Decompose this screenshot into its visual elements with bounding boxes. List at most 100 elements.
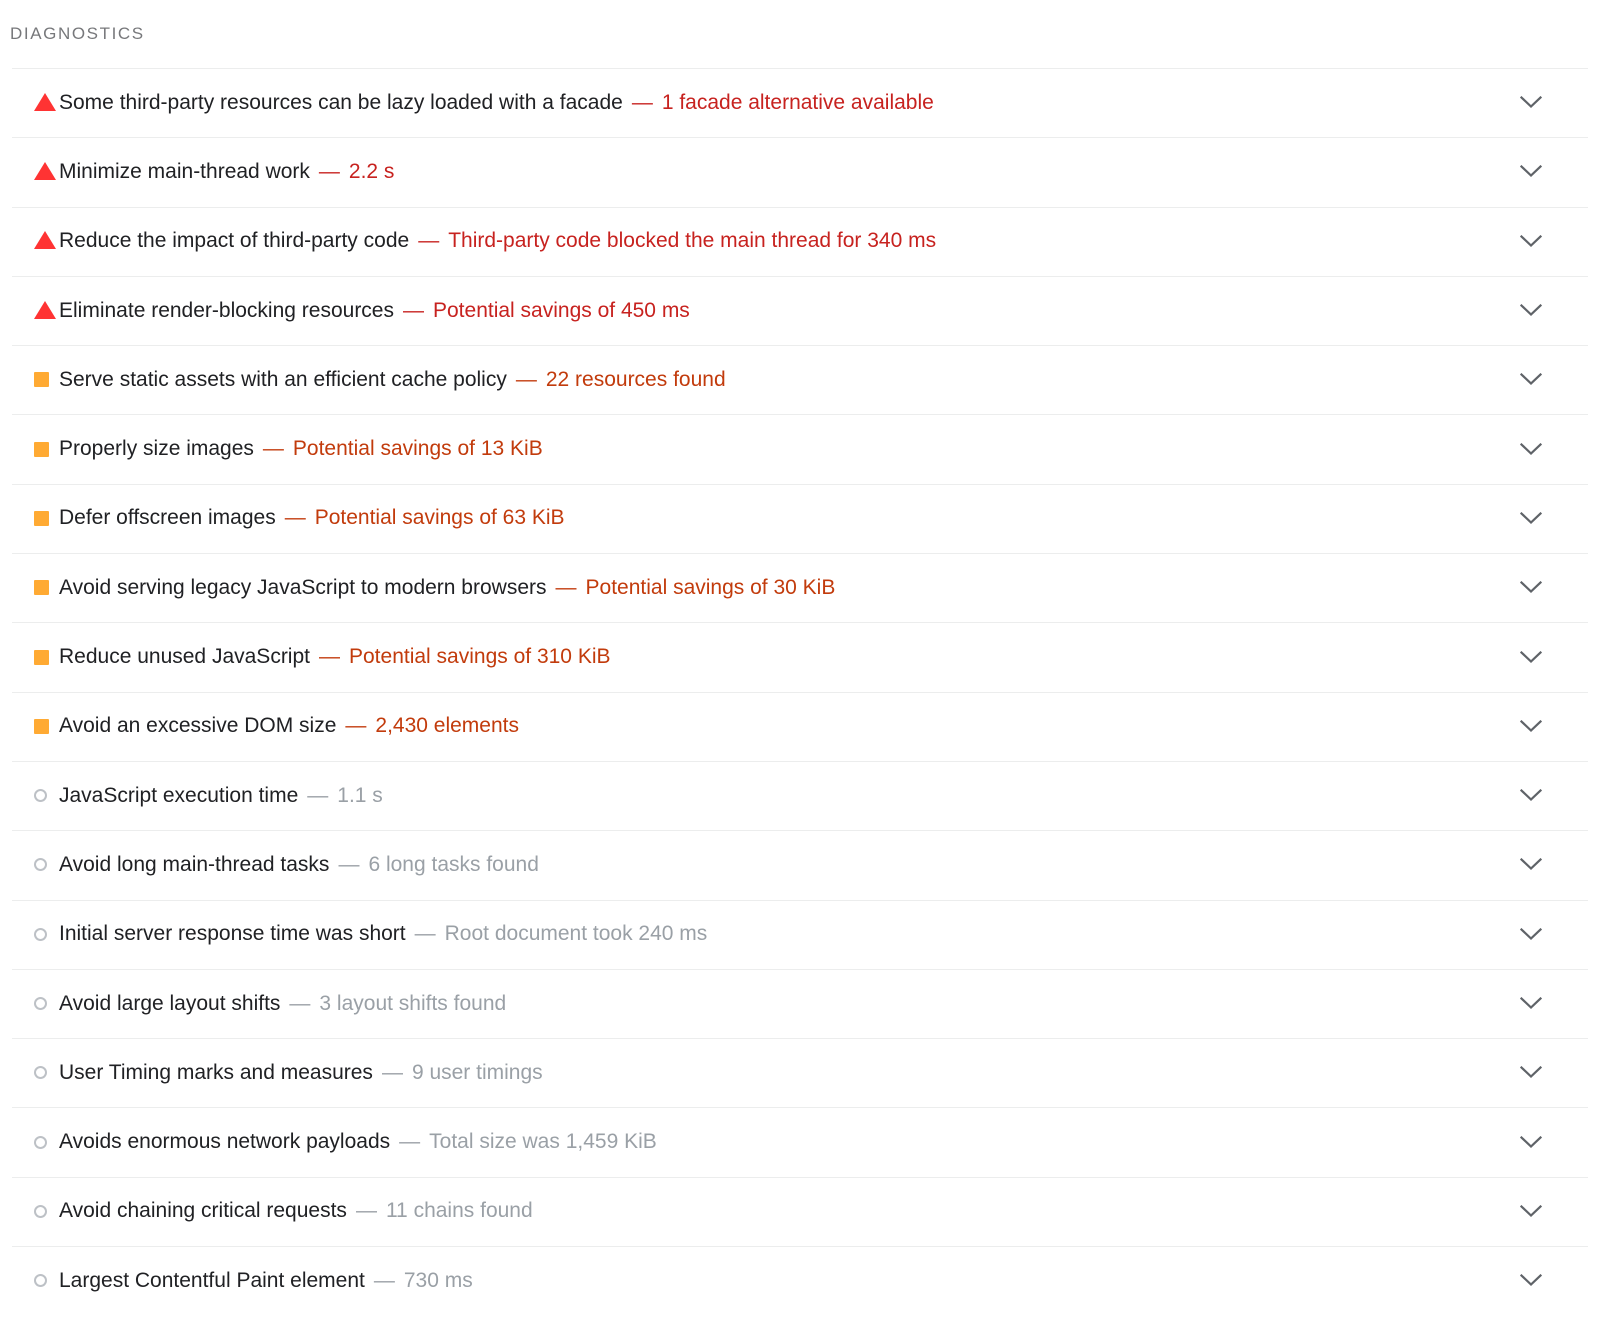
audit-expand-button[interactable] <box>1496 1135 1566 1149</box>
audit-expand-button[interactable] <box>1496 373 1566 386</box>
audit-expand-button[interactable] <box>1496 165 1566 178</box>
chevron-down-icon[interactable] <box>1520 1066 1542 1079</box>
audit-text: Reduce the impact of third-party code — Th… <box>54 227 1496 255</box>
audit-row[interactable]: Minimize main-thread work — 2.2 s <box>0 137 1600 206</box>
audit-expand-button[interactable] <box>1496 927 1566 941</box>
audit-row[interactable]: Avoid chaining critical requests — 11 chai… <box>0 1176 1600 1246</box>
audit-separator-dash: — <box>338 852 360 876</box>
audit-expand-button[interactable] <box>1496 96 1566 109</box>
gray-circle-icon <box>34 997 47 1010</box>
audit-text: Reduce unused JavaScript — Potential savin… <box>54 643 1496 671</box>
audit-expand-button[interactable] <box>1496 719 1566 733</box>
audit-expand-button[interactable] <box>1496 1204 1566 1218</box>
gray-circle-icon <box>34 1274 47 1288</box>
audit-row[interactable]: Avoid large layout shifts — 3 layout shift… <box>0 968 1600 1038</box>
audit-expand-button[interactable] <box>1496 581 1566 594</box>
audit-severity-icon-slot <box>10 92 56 112</box>
chevron-down-icon[interactable] <box>1520 96 1542 109</box>
audit-text: Some third-party resources can be lazy l… <box>54 89 1496 117</box>
audit-separator-dash: — <box>289 991 311 1015</box>
chevron-down-icon[interactable] <box>1520 511 1542 525</box>
audit-expand-button[interactable] <box>1496 234 1566 248</box>
audit-row[interactable]: JavaScript execution time — 1.1 s <box>0 760 1600 830</box>
orange-square-icon <box>34 372 49 388</box>
chevron-down-icon[interactable] <box>1520 373 1542 386</box>
audit-severity-icon-slot <box>10 161 56 181</box>
audit-expand-button[interactable] <box>1496 650 1566 664</box>
audit-title: Defer offscreen images <box>59 506 276 530</box>
red-triangle-icon <box>34 161 56 180</box>
chevron-down-icon[interactable] <box>1520 997 1542 1010</box>
audit-title: Reduce the impact of third-party code <box>59 229 410 253</box>
audit-expand-button[interactable] <box>1496 789 1566 802</box>
chevron-down-icon[interactable] <box>1520 1274 1542 1287</box>
audit-expand-button[interactable] <box>1496 442 1566 456</box>
audit-severity-icon-slot <box>10 927 54 941</box>
audit-row[interactable]: Properly size images — Potential savings o… <box>0 414 1600 483</box>
audit-title: Avoid an excessive DOM size <box>59 714 337 738</box>
chevron-down-icon[interactable] <box>1520 1135 1542 1149</box>
orange-square-icon <box>34 510 49 526</box>
audit-text: Avoid an excessive DOM size — 2,430 elemen… <box>54 712 1496 740</box>
audit-expand-button[interactable] <box>1496 858 1566 871</box>
audit-separator-dash: — <box>399 1130 421 1154</box>
chevron-down-icon[interactable] <box>1520 442 1542 456</box>
audit-expand-button[interactable] <box>1496 1066 1566 1079</box>
audit-severity-icon-slot <box>10 300 56 320</box>
audit-text: Defer offscreen images — Potential savings… <box>54 504 1496 532</box>
audit-severity-icon-slot <box>10 372 54 388</box>
audit-expand-button[interactable] <box>1496 1274 1566 1287</box>
audit-value: Potential savings of 450 ms <box>433 298 690 322</box>
chevron-down-icon[interactable] <box>1520 304 1542 317</box>
audit-value: Potential savings of 63 KiB <box>314 506 565 530</box>
audit-row[interactable]: Avoid an excessive DOM size — 2,430 elemen… <box>0 691 1600 761</box>
chevron-down-icon[interactable] <box>1520 789 1542 802</box>
audit-row[interactable]: Reduce the impact of third-party code — Th… <box>0 206 1600 276</box>
orange-square-icon <box>34 649 49 665</box>
audit-title: JavaScript execution time <box>59 783 299 807</box>
audit-row[interactable]: Avoids enormous network payloads — Total s… <box>0 1107 1600 1176</box>
audit-value: 11 chains found <box>385 1199 533 1223</box>
audit-separator-dash: — <box>555 575 577 599</box>
audit-value: Potential savings of 310 KiB <box>349 645 611 669</box>
audit-severity-icon-slot <box>10 580 54 596</box>
audit-severity-icon-slot <box>10 1135 54 1149</box>
audit-row[interactable]: Reduce unused JavaScript — Potential savin… <box>0 622 1600 691</box>
audit-separator-dash: — <box>515 367 537 391</box>
audit-value: 2.2 s <box>348 159 395 183</box>
audit-row[interactable]: Defer offscreen images — Potential savings… <box>0 483 1600 553</box>
gray-circle-icon <box>34 858 47 872</box>
audit-expand-button[interactable] <box>1496 511 1566 525</box>
audit-title: Avoid serving legacy JavaScript to moder… <box>59 575 547 599</box>
audit-title: Serve static assets with an efficient ca… <box>59 367 507 391</box>
audit-text: Avoids enormous network payloads — Total s… <box>54 1128 1496 1156</box>
audit-row[interactable]: Initial server response time was short — R… <box>0 899 1600 969</box>
audit-row[interactable]: Some third-party resources can be lazy l… <box>0 68 1600 137</box>
chevron-down-icon[interactable] <box>1520 858 1542 871</box>
audit-row[interactable]: User Timing marks and measures — 9 user ti… <box>0 1038 1600 1107</box>
audit-severity-icon-slot <box>10 858 54 872</box>
chevron-down-icon[interactable] <box>1520 650 1542 664</box>
chevron-down-icon[interactable] <box>1520 719 1542 733</box>
audit-expand-button[interactable] <box>1496 997 1566 1010</box>
audit-separator-dash: — <box>373 1268 395 1292</box>
audit-row[interactable]: Serve static assets with an efficient ca… <box>0 345 1600 414</box>
chevron-down-icon[interactable] <box>1520 234 1542 248</box>
audit-expand-button[interactable] <box>1496 304 1566 317</box>
audit-severity-icon-slot <box>10 1204 54 1218</box>
audit-text: Avoid long main-thread tasks — 6 long task… <box>54 851 1496 879</box>
audit-row[interactable]: Avoid serving legacy JavaScript to moder… <box>0 553 1600 622</box>
chevron-down-icon[interactable] <box>1520 165 1542 178</box>
chevron-down-icon[interactable] <box>1520 581 1542 594</box>
audit-severity-icon-slot <box>10 789 54 803</box>
audit-row[interactable]: Eliminate render-blocking resources — Pote… <box>0 275 1600 345</box>
audit-title: Minimize main-thread work <box>59 159 310 183</box>
audit-row[interactable]: Avoid long main-thread tasks — 6 long task… <box>0 830 1600 899</box>
audit-separator-dash: — <box>418 229 440 253</box>
red-triangle-icon <box>34 231 56 250</box>
chevron-down-icon[interactable] <box>1520 1204 1542 1218</box>
audit-title: Properly size images <box>59 437 254 461</box>
audit-text: Avoid large layout shifts — 3 layout shift… <box>54 990 1496 1018</box>
chevron-down-icon[interactable] <box>1520 927 1542 941</box>
audit-row[interactable]: Largest Contentful Paint element — 730 ms <box>0 1246 1600 1315</box>
